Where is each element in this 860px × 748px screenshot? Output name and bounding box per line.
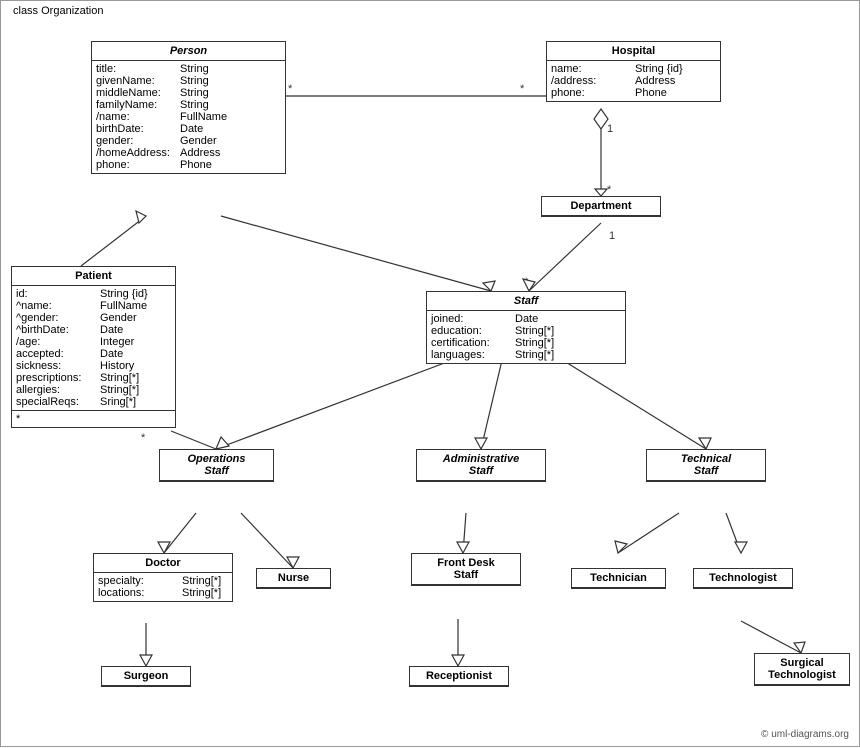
svg-text:*: * (607, 184, 612, 196)
tech-staff-class: Technical Staff (646, 449, 766, 482)
svg-text:1: 1 (609, 230, 615, 242)
staff-header: Staff (427, 292, 625, 311)
technologist-header: Technologist (694, 569, 792, 588)
person-class: Person title:String givenName:String mid… (91, 41, 286, 174)
patient-header: Patient (12, 267, 175, 286)
technician-class: Technician (571, 568, 666, 589)
doctor-body: specialty:String[*] locations:String[*] (94, 573, 232, 601)
department-header: Department (542, 197, 660, 216)
hospital-class: Hospital name:String {id} /address:Addre… (546, 41, 721, 102)
patient-class: Patient id:String {id} ^name:FullName ^g… (11, 266, 176, 428)
copyright: © uml-diagrams.org (761, 729, 849, 740)
admin-staff-class: Administrative Staff (416, 449, 546, 482)
svg-text:1: 1 (607, 123, 613, 135)
patient-body: id:String {id} ^name:FullName ^gender:Ge… (12, 286, 175, 410)
staff-class: Staff joined:Date education:String[*] ce… (426, 291, 626, 364)
svg-text:*: * (141, 432, 146, 444)
front-desk-class: Front Desk Staff (411, 553, 521, 586)
surgical-tech-class: Surgical Technologist (754, 653, 850, 686)
admin-staff-header: Administrative Staff (417, 450, 545, 481)
svg-text:*: * (288, 83, 293, 95)
ops-staff-class: Operations Staff (159, 449, 274, 482)
svg-text:*: * (520, 83, 525, 95)
receptionist-class: Receptionist (409, 666, 509, 687)
department-class: Department (541, 196, 661, 217)
ops-staff-header: Operations Staff (160, 450, 273, 481)
svg-text:*: * (524, 276, 529, 288)
doctor-header: Doctor (94, 554, 232, 573)
tech-staff-header: Technical Staff (647, 450, 765, 481)
person-body: title:String givenName:String middleName… (92, 61, 285, 173)
diagram-title: class Organization (9, 5, 108, 17)
technician-header: Technician (572, 569, 665, 588)
nurse-class: Nurse (256, 568, 331, 589)
hospital-body: name:String {id} /address:Address phone:… (547, 61, 720, 101)
diagram-container: class Organization * * 1 * 1 * * * (0, 0, 860, 747)
surgeon-header: Surgeon (102, 667, 190, 686)
staff-body: joined:Date education:String[*] certific… (427, 311, 625, 363)
hospital-header: Hospital (547, 42, 720, 61)
doctor-class: Doctor specialty:String[*] locations:Str… (93, 553, 233, 602)
nurse-header: Nurse (257, 569, 330, 588)
receptionist-header: Receptionist (410, 667, 508, 686)
surgical-tech-header: Surgical Technologist (755, 654, 849, 685)
front-desk-header: Front Desk Staff (412, 554, 520, 585)
technologist-class: Technologist (693, 568, 793, 589)
surgeon-class: Surgeon (101, 666, 191, 687)
person-header: Person (92, 42, 285, 61)
